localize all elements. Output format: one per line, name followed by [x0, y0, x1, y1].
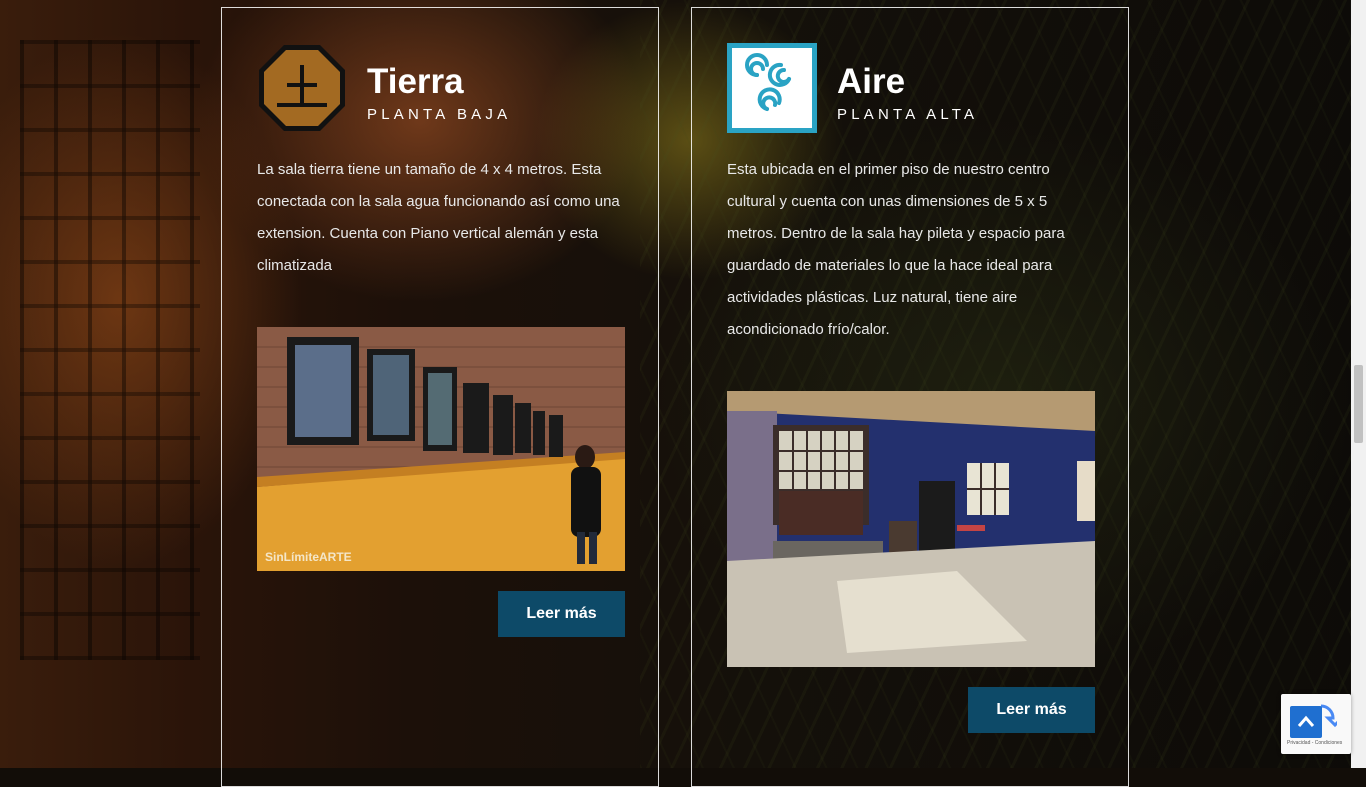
- room-title: Tierra: [367, 62, 464, 101]
- photo-watermark: SinLímiteARTE: [265, 550, 352, 564]
- room-subtitle: PLANTA ALTA: [837, 106, 979, 123]
- scrollbar-thumb[interactable]: [1354, 365, 1363, 443]
- read-more-button-tierra[interactable]: Leer más: [498, 591, 625, 637]
- earth-element-icon: [259, 45, 345, 131]
- gallery-photo-tierra: SinLímiteARTE: [257, 327, 625, 571]
- room-description: Esta ubicada en el primer piso de nuestr…: [727, 161, 1065, 338]
- room-title: Aire: [837, 62, 906, 101]
- recaptcha-text[interactable]: Privacidad - Condiciones: [1287, 740, 1342, 746]
- room-card-aire: Aire PLANTA ALTA Esta ubicada en el prim…: [691, 7, 1129, 787]
- room-card-tierra: Tierra PLANTA BAJA La sala tierra tiene …: [221, 7, 659, 787]
- background-window-bars: [20, 40, 200, 660]
- air-element-icon: [727, 43, 817, 133]
- room-description: La sala tierra tiene un tamaño de 4 x 4 …: [257, 161, 620, 274]
- chevron-up-icon: [1297, 715, 1315, 727]
- gallery-photo-aire: [727, 391, 1095, 667]
- scroll-to-top-button[interactable]: [1290, 706, 1322, 738]
- read-more-button-aire[interactable]: Leer más: [968, 687, 1095, 733]
- room-subtitle: PLANTA BAJA: [367, 106, 512, 123]
- vertical-scrollbar[interactable]: [1351, 0, 1366, 768]
